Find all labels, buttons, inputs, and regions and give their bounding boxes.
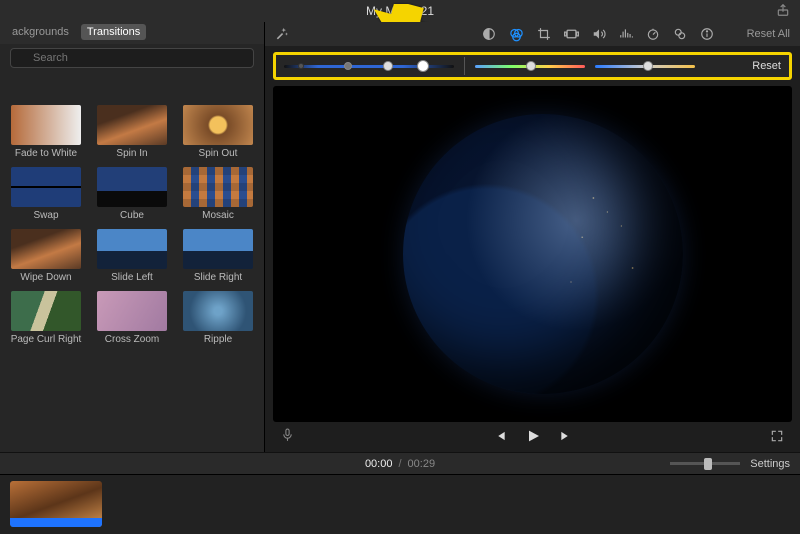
transition-item[interactable]: Swap (8, 167, 84, 221)
transition-label: Spin Out (199, 148, 238, 159)
noise-icon[interactable] (619, 27, 633, 41)
transition-thumb[interactable] (97, 105, 167, 145)
color-correction-panel: Reset (273, 52, 792, 80)
saturation-slider[interactable] (475, 60, 585, 72)
exposure-slider[interactable] (284, 60, 454, 72)
transition-thumb[interactable] (97, 291, 167, 331)
search-input[interactable] (10, 48, 254, 68)
time-total: 00:29 (408, 458, 436, 470)
project-title: My Movie 21 (366, 4, 434, 18)
transition-thumb[interactable] (97, 167, 167, 207)
transition-label: Page Curl Right (11, 334, 82, 345)
time-sep: / (398, 458, 401, 470)
transition-item[interactable]: Wipe Down (8, 229, 84, 283)
transition-thumb[interactable] (11, 291, 81, 331)
transition-label: Mosaic (202, 210, 234, 221)
transition-thumb[interactable] (183, 291, 253, 331)
zoom-slider[interactable] (670, 459, 740, 469)
transition-item[interactable]: Mosaic (180, 167, 256, 221)
next-button[interactable] (559, 429, 573, 446)
titlebar: My Movie 21 (0, 0, 800, 22)
transition-item[interactable]: Page Curl Right (8, 291, 84, 345)
transition-thumb[interactable] (183, 167, 253, 207)
transition-thumb[interactable] (183, 229, 253, 269)
transition-thumb[interactable] (97, 229, 167, 269)
transition-label: Wipe Down (20, 272, 71, 283)
settings-button[interactable]: Settings (750, 458, 790, 470)
crop-icon[interactable] (537, 27, 551, 41)
wand-icon[interactable] (275, 26, 289, 43)
transition-item[interactable]: Cube (94, 167, 170, 221)
volume-icon[interactable] (592, 27, 606, 41)
play-button[interactable] (525, 428, 541, 447)
transitions-grid: Fade to White Spin In Spin Out Swap Cube Mosa… (0, 99, 264, 452)
transition-label: Cube (120, 210, 144, 221)
transition-thumb[interactable] (11, 229, 81, 269)
transition-item[interactable]: Cross Zoom (94, 291, 170, 345)
preview-pane: Reset All Reset (265, 22, 800, 452)
color-correction-icon[interactable] (509, 27, 524, 42)
time-current: 00:00 (365, 458, 393, 470)
transition-item[interactable]: Slide Right (180, 229, 256, 283)
timeline[interactable] (0, 474, 800, 534)
transition-label: Slide Right (194, 272, 242, 283)
stabilize-icon[interactable] (564, 28, 579, 40)
transition-item[interactable]: Ripple (180, 291, 256, 345)
color-balance-icon[interactable] (482, 27, 496, 41)
sidebar-tabs: ackgrounds Transitions (0, 22, 264, 44)
filters-icon[interactable] (673, 27, 687, 41)
info-icon[interactable] (700, 27, 714, 41)
transition-item[interactable]: Slide Left (94, 229, 170, 283)
transition-item[interactable]: Spin In (94, 105, 170, 159)
video-viewer[interactable] (273, 86, 792, 422)
inspector-icons: Reset All (482, 27, 790, 42)
divider (464, 57, 465, 75)
voiceover-icon[interactable] (281, 428, 294, 446)
reset-all-button[interactable]: Reset All (727, 28, 790, 40)
transition-label: Spin In (116, 148, 147, 159)
inspector-toolbar: Reset All (265, 22, 800, 46)
reset-color-button[interactable]: Reset (752, 60, 781, 72)
timeline-clip[interactable] (10, 481, 102, 527)
transition-label: Swap (33, 210, 58, 221)
transition-label: Slide Left (111, 272, 153, 283)
transition-thumb[interactable] (11, 105, 81, 145)
transition-thumb[interactable] (183, 105, 253, 145)
transitions-browser: ackgrounds Transitions Fade to White Spin… (0, 22, 265, 452)
playback-controls (265, 422, 800, 452)
transition-label: Ripple (204, 334, 232, 345)
timeline-info-bar: 00:00 / 00:29 Settings (0, 452, 800, 474)
share-icon[interactable] (776, 3, 790, 20)
temperature-slider[interactable] (595, 60, 695, 72)
transition-thumb[interactable] (11, 167, 81, 207)
transition-label: Cross Zoom (105, 334, 159, 345)
fullscreen-icon[interactable] (770, 429, 784, 446)
tab-transitions[interactable]: Transitions (81, 24, 146, 40)
transition-label: Fade to White (15, 148, 77, 159)
preview-content (403, 114, 683, 394)
speed-icon[interactable] (646, 27, 660, 41)
tab-backgrounds[interactable]: ackgrounds (6, 24, 75, 40)
transition-item[interactable]: Fade to White (8, 105, 84, 159)
transition-item[interactable]: Spin Out (180, 105, 256, 159)
prev-button[interactable] (493, 429, 507, 446)
